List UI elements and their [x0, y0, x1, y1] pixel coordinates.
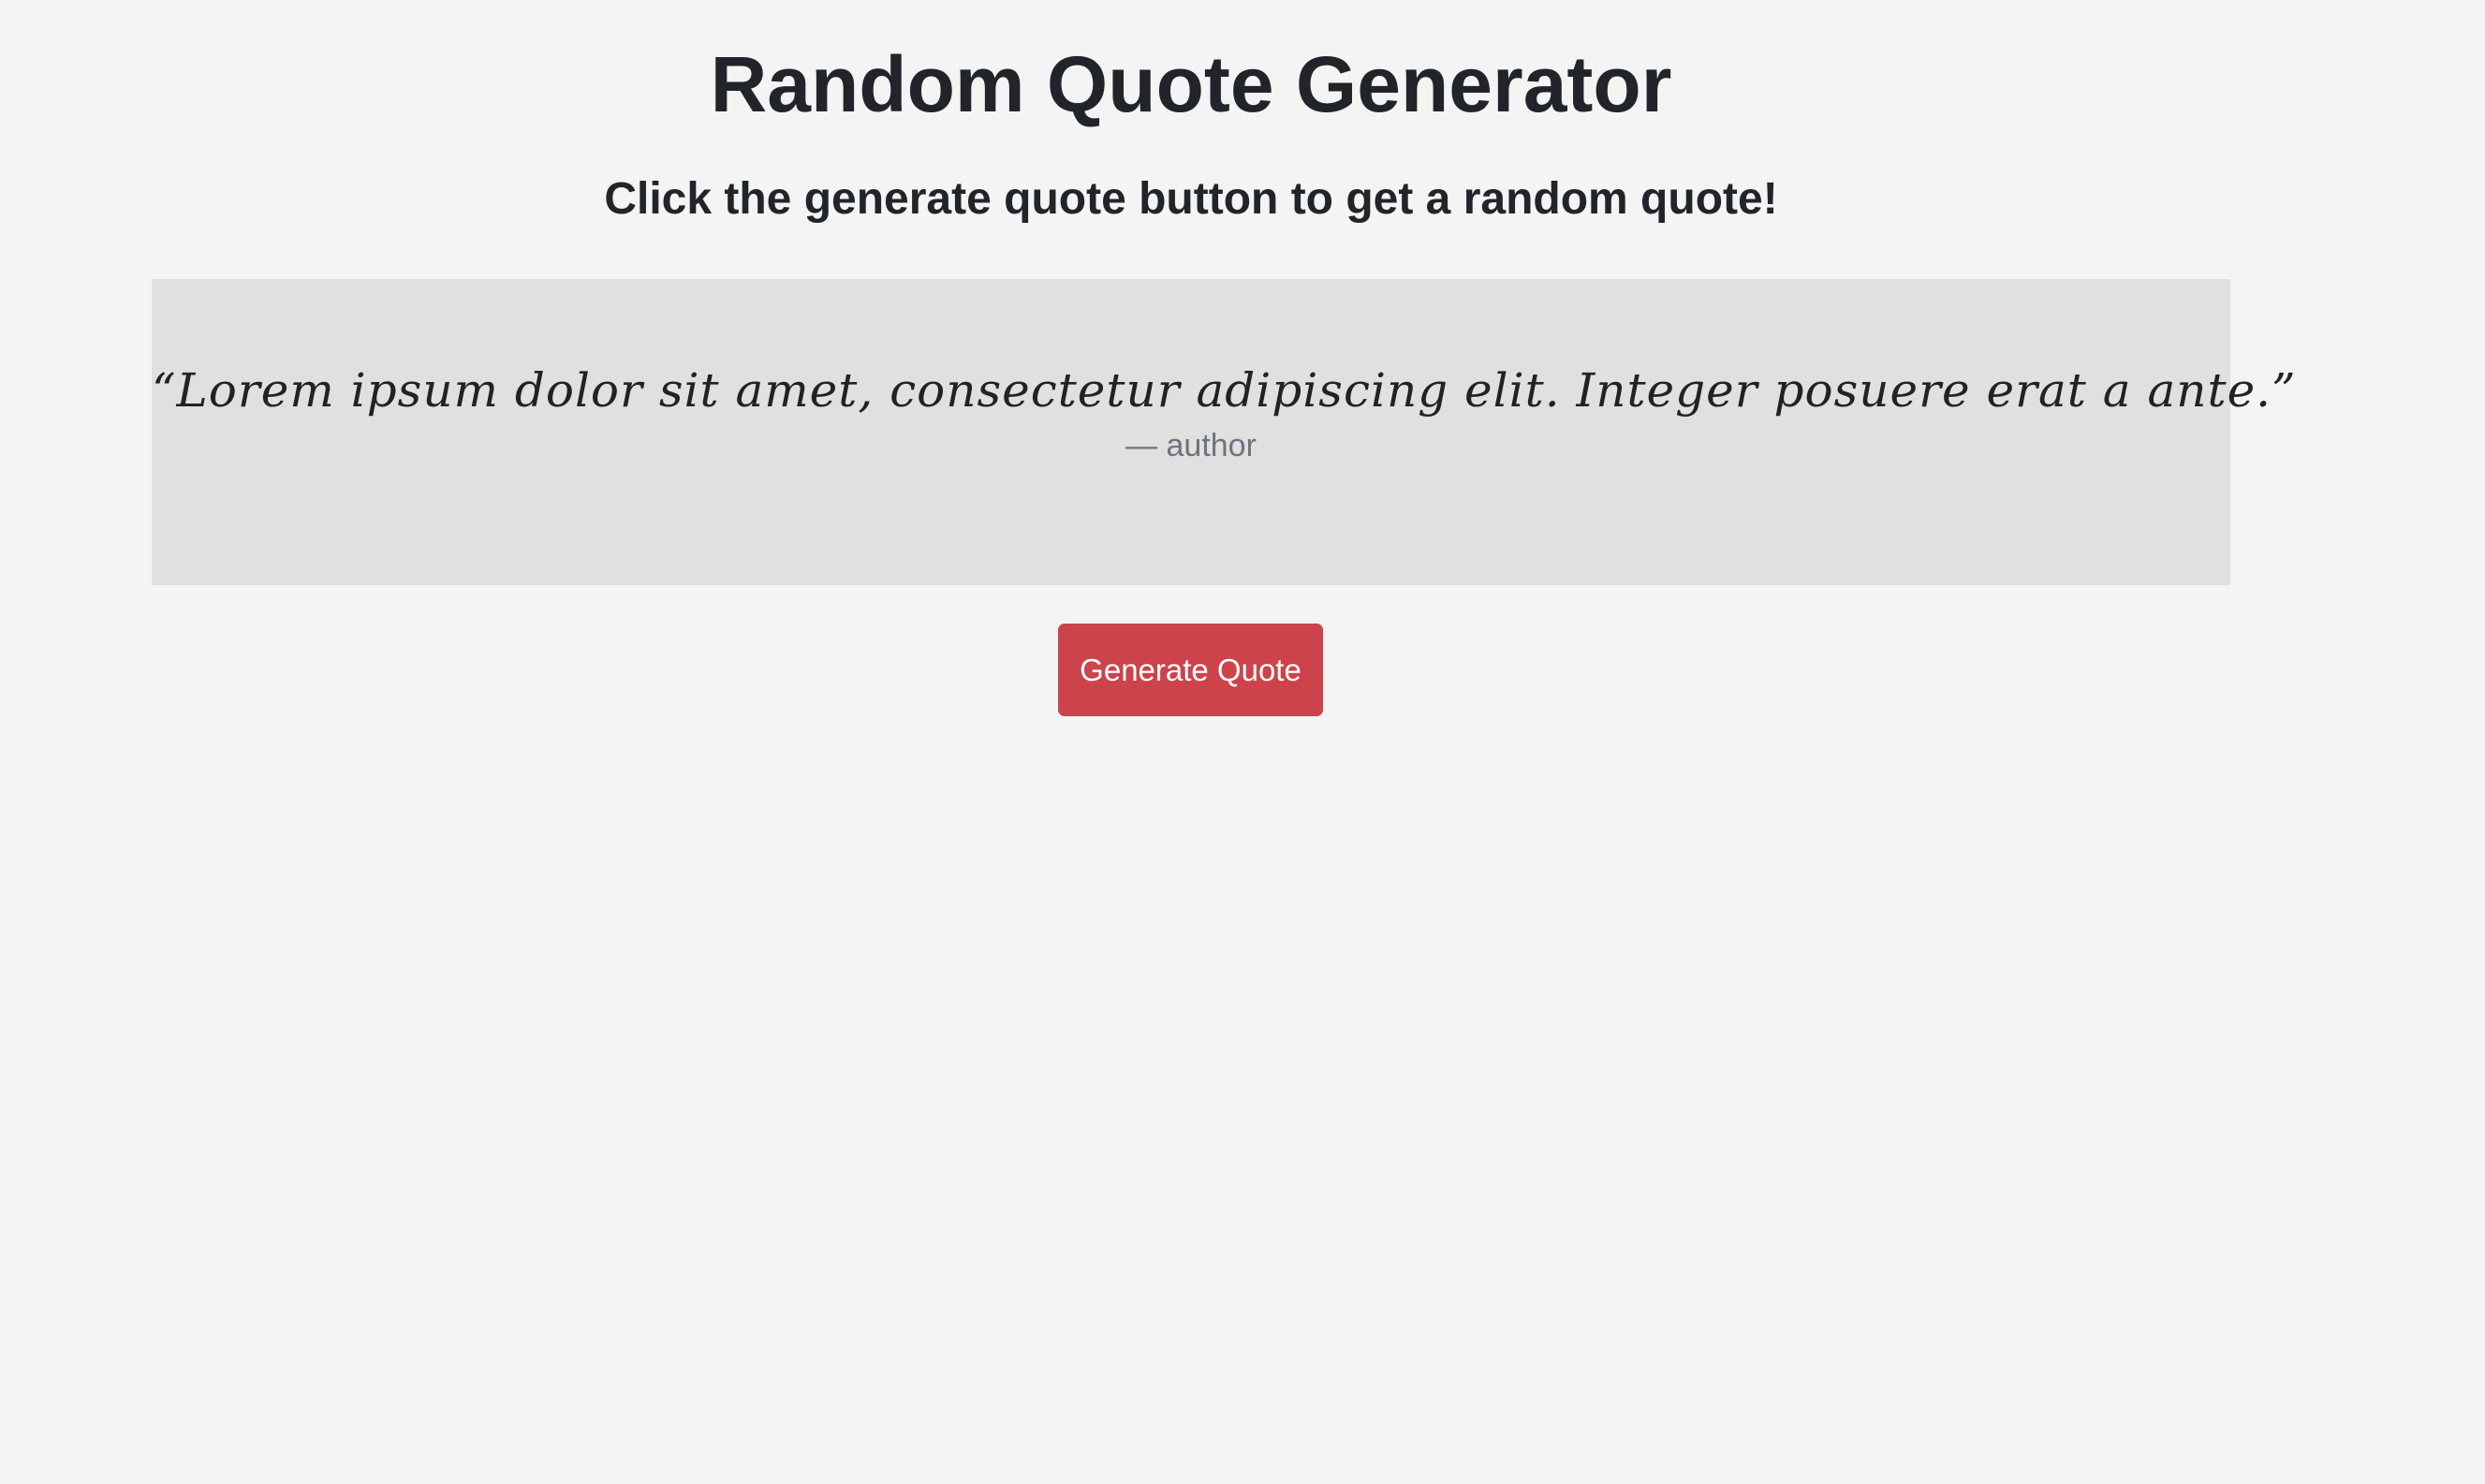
quote-text: “Lorem ipsum dolor sit amet, consectetur… — [152, 363, 2297, 418]
page-title: Random Quote Generator — [710, 40, 1672, 128]
generate-quote-button[interactable]: Generate Quote — [1058, 624, 1323, 716]
page: Random Quote Generator Click the generat… — [0, 0, 2485, 1484]
quote-author: — author — [1125, 428, 1257, 463]
page-subtitle: Click the generate quote button to get a… — [604, 174, 1778, 224]
quote-box: “Lorem ipsum dolor sit amet, consectetur… — [152, 279, 2297, 585]
